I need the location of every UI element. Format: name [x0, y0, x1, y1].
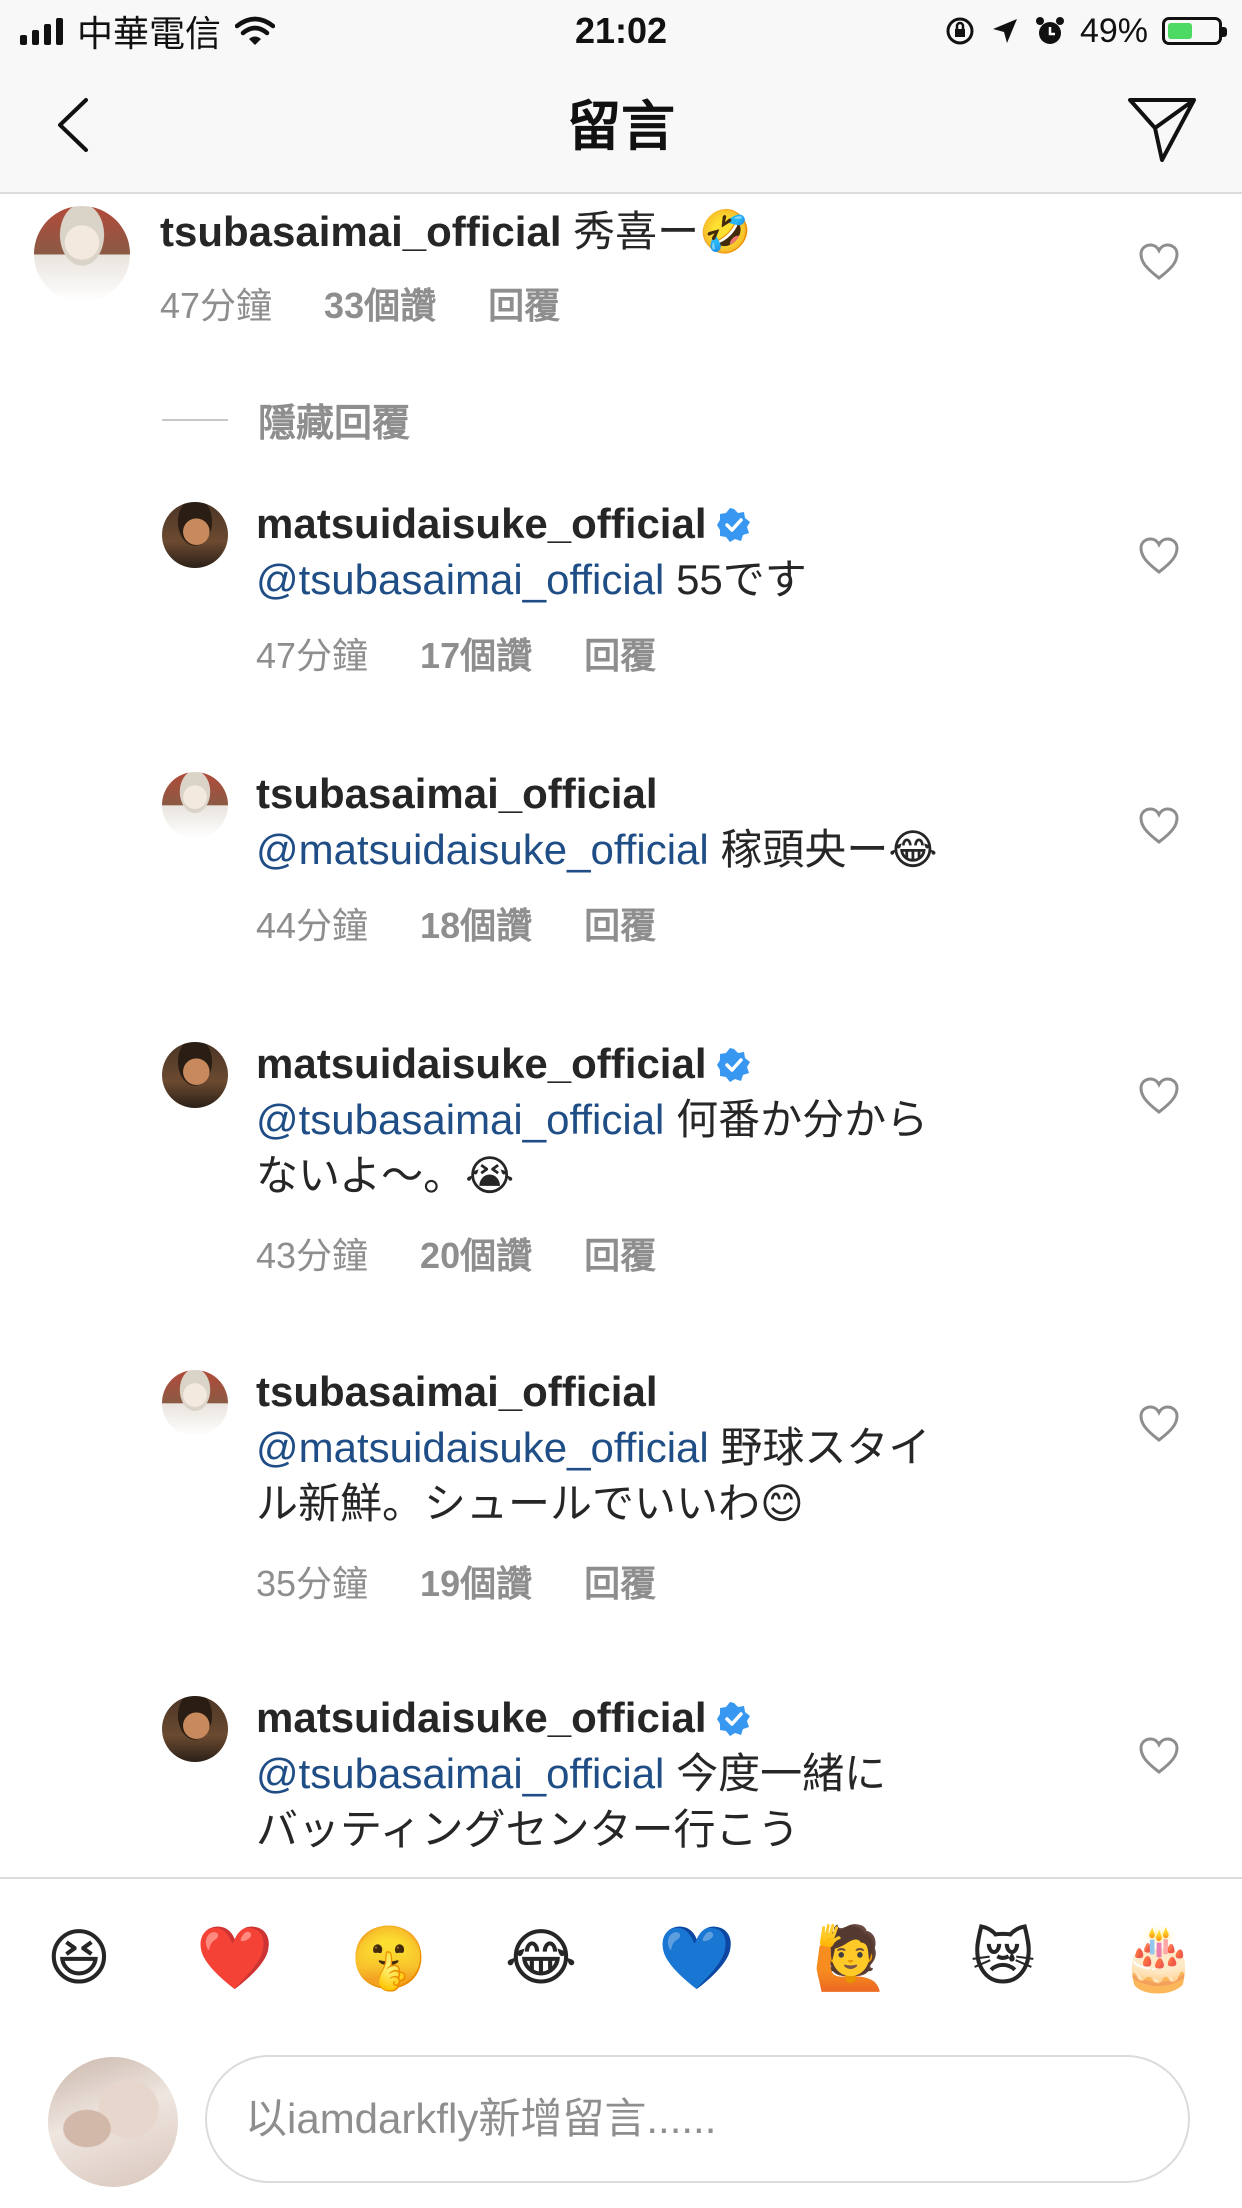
- heart-icon[interactable]: [1138, 242, 1180, 282]
- mention-link[interactable]: @tsubasaimai_official: [256, 1750, 664, 1797]
- send-icon[interactable]: [1122, 88, 1202, 168]
- verified-badge-icon: [716, 1702, 750, 1736]
- mention-link[interactable]: @matsuidaisuke_official: [256, 826, 709, 873]
- reply-button[interactable]: 回覆: [584, 1564, 656, 1604]
- navigation-bar: 留言: [0, 62, 1242, 194]
- reply-comment: tsubasaimai_official @matsuidaisuke_offi…: [0, 770, 1242, 962]
- comment-likes[interactable]: 33個讚: [324, 286, 436, 326]
- comment-text: 今度一緒に: [664, 1750, 887, 1797]
- avatar[interactable]: [162, 502, 228, 568]
- my-avatar[interactable]: [48, 2057, 178, 2187]
- reply-comment: matsuidaisuke_official @tsubasaimai_offi…: [0, 500, 1242, 692]
- reply-button[interactable]: 回覆: [584, 1236, 656, 1276]
- comment-time: 47分鐘: [160, 285, 273, 326]
- reply-button[interactable]: 回覆: [584, 636, 656, 676]
- avatar[interactable]: [162, 1370, 228, 1436]
- comment-username[interactable]: tsubasaimai_official: [256, 1368, 657, 1415]
- emoji-birthday-cake-icon[interactable]: 🎂: [1120, 1921, 1197, 1995]
- mention-link[interactable]: @matsuidaisuke_official: [256, 1424, 709, 1471]
- comment-meta: 44分鐘 18個讚 回覆: [256, 906, 656, 946]
- mention-link[interactable]: @tsubasaimai_official: [256, 1096, 664, 1143]
- comment-likes[interactable]: 17個讚: [420, 636, 532, 676]
- verified-badge-icon: [716, 1048, 750, 1082]
- comment-text-continued: ル新鮮。シュールでいいわ😊: [256, 1480, 804, 1527]
- alarm-icon: [1035, 17, 1064, 44]
- comment-time: 43分鐘: [256, 1235, 369, 1276]
- page-title: 留言: [567, 97, 675, 157]
- reply-comment: matsuidaisuke_official @tsubasaimai_offi…: [0, 1040, 1242, 1292]
- comment-text: 55です: [664, 556, 807, 603]
- comment-meta: 47分鐘 17個讚 回覆: [256, 636, 656, 676]
- heart-icon[interactable]: [1138, 1076, 1180, 1116]
- comment-meta: 47分鐘 33個讚 回覆: [160, 286, 560, 326]
- emoji-shushing-icon[interactable]: 🤫: [350, 1921, 427, 1995]
- reply-comment: tsubasaimai_official @matsuidaisuke_offi…: [0, 1368, 1242, 1620]
- comment-username[interactable]: matsuidaisuke_official: [256, 1040, 707, 1087]
- battery-icon: [1162, 17, 1227, 45]
- comment-username[interactable]: matsuidaisuke_official: [256, 500, 707, 547]
- verified-badge-icon: [716, 508, 750, 542]
- comments-list[interactable]: tsubasaimai_official 秀喜ー🤣 47分鐘 33個讚 回覆 隱…: [0, 192, 1242, 1877]
- parent-comment: tsubasaimai_official 秀喜ー🤣 47分鐘 33個讚 回覆: [0, 192, 1242, 352]
- comment-body: matsuidaisuke_official @tsubasaimai_offi…: [256, 1036, 1116, 1204]
- status-right: 49%: [944, 8, 1227, 54]
- comment-text-continued: バッティングセンター行こう: [256, 1806, 800, 1853]
- emoji-tears-of-joy-icon[interactable]: 😂: [504, 1921, 578, 1995]
- heart-icon[interactable]: [1138, 536, 1180, 576]
- location-icon: [992, 19, 1017, 43]
- compose-bar: 以iamdarkfly新增留言......: [0, 2037, 1242, 2208]
- comment-text: 何番か分から: [664, 1096, 929, 1143]
- comment-time: 35分鐘: [256, 1563, 369, 1604]
- status-bar: 中華電信 21:02 49%: [0, 0, 1242, 62]
- comment-likes[interactable]: 18個讚: [420, 906, 532, 946]
- heart-icon[interactable]: [1138, 1736, 1180, 1776]
- reply-button[interactable]: 回覆: [584, 906, 656, 946]
- comment-body: tsubasaimai_official @matsuidaisuke_offi…: [256, 1364, 1116, 1532]
- emoji-crying-cat-icon[interactable]: 😿: [966, 1921, 1040, 1995]
- comment-meta: 35分鐘 19個讚 回覆: [256, 1564, 656, 1604]
- emoji-red-heart-icon[interactable]: ❤️: [196, 1921, 273, 1995]
- heart-icon[interactable]: [1138, 1404, 1180, 1444]
- emoji-raising-hand-icon[interactable]: 🙋: [812, 1921, 889, 1995]
- comment-time: 44分鐘: [256, 905, 369, 946]
- divider-line: [162, 418, 228, 421]
- avatar[interactable]: [162, 772, 228, 838]
- comment-username[interactable]: matsuidaisuke_official: [256, 1694, 707, 1741]
- emoji-quick-bar: 😆 ❤️ 🤫 😂 💙 🙋 😿 🎂: [0, 1877, 1242, 2039]
- comment-body: tsubasaimai_official 秀喜ー🤣: [160, 204, 1090, 260]
- comment-text: 稼頭央ー😂: [708, 826, 938, 873]
- avatar[interactable]: [162, 1042, 228, 1108]
- comment-username[interactable]: tsubasaimai_official: [160, 208, 561, 255]
- hide-replies-button[interactable]: 隱藏回覆: [162, 392, 410, 447]
- reply-comment: matsuidaisuke_official @tsubasaimai_offi…: [0, 1694, 1242, 1877]
- comment-meta: 43分鐘 20個讚 回覆: [256, 1236, 656, 1276]
- emoji-laughing-icon[interactable]: 😆: [42, 1921, 116, 1995]
- comment-text: 野球スタイ: [708, 1424, 931, 1471]
- hide-replies-label: 隱藏回覆: [258, 403, 411, 445]
- avatar[interactable]: [34, 206, 130, 302]
- lock-rotation-icon: [946, 17, 974, 45]
- comment-input[interactable]: 以iamdarkfly新增留言......: [205, 2055, 1190, 2183]
- comment-text-continued: ないよ～。😭: [256, 1152, 515, 1199]
- comment-body: matsuidaisuke_official @tsubasaimai_offi…: [256, 496, 1116, 608]
- comment-username[interactable]: tsubasaimai_official: [256, 770, 657, 817]
- heart-icon[interactable]: [1138, 806, 1180, 846]
- emoji-blue-heart-icon[interactable]: 💙: [658, 1921, 735, 1995]
- comment-likes[interactable]: 20個讚: [420, 1236, 532, 1276]
- comment-body: tsubasaimai_official @matsuidaisuke_offi…: [256, 766, 1116, 878]
- comment-text: 秀喜ー🤣: [573, 208, 752, 255]
- comment-likes[interactable]: 19個讚: [420, 1564, 532, 1604]
- comment-body: matsuidaisuke_official @tsubasaimai_offi…: [256, 1690, 1116, 1858]
- battery-percent: 49%: [1079, 11, 1148, 50]
- mention-link[interactable]: @tsubasaimai_official: [256, 556, 664, 603]
- comment-time: 47分鐘: [256, 635, 369, 676]
- reply-button[interactable]: 回覆: [488, 286, 560, 326]
- avatar[interactable]: [162, 1696, 228, 1762]
